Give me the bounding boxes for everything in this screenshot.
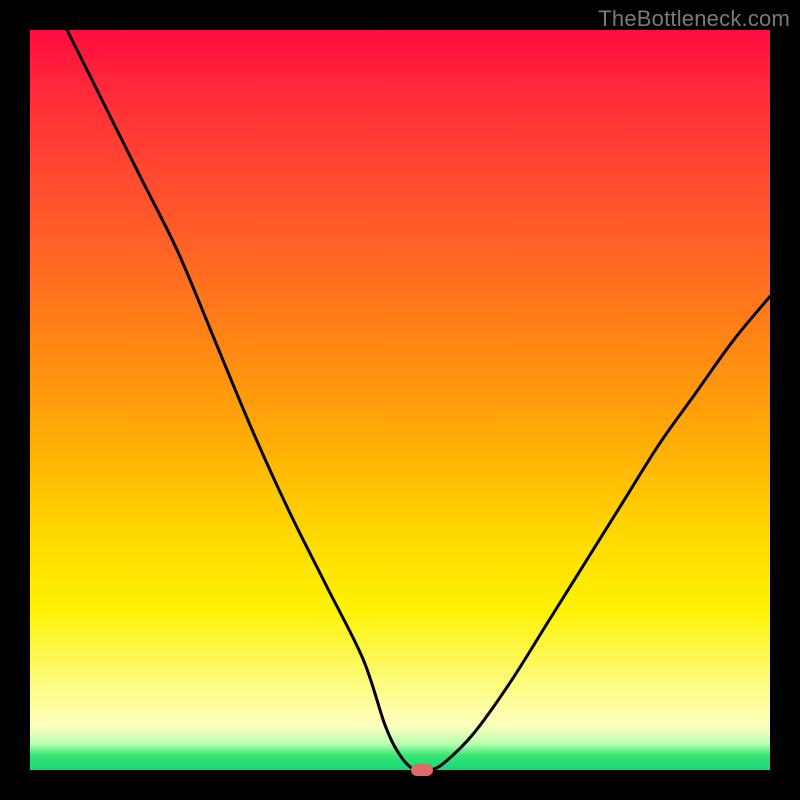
watermark-text: TheBottleneck.com <box>598 6 790 32</box>
optimal-marker <box>411 764 433 776</box>
chart-container: TheBottleneck.com <box>0 0 800 800</box>
plot-area <box>30 30 770 770</box>
bottleneck-curve <box>67 30 770 770</box>
curve-svg <box>30 30 770 770</box>
